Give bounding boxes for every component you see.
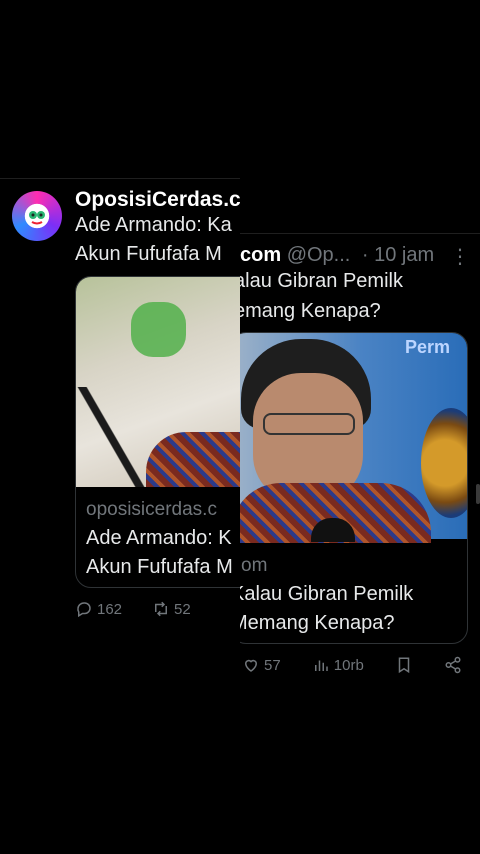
views-count: 10rb bbox=[333, 656, 364, 674]
post-text-line: Akun Fufufafa M bbox=[75, 243, 222, 265]
repost-button[interactable]: 52 bbox=[152, 600, 191, 618]
repost-count: 52 bbox=[174, 600, 191, 618]
more-options-icon[interactable]: ⋮ bbox=[450, 244, 470, 269]
link-card-title: Ade Armando: K bbox=[86, 527, 232, 549]
link-card-title: Kalau Gibran Pemilk bbox=[240, 583, 414, 605]
avatar-logo-icon bbox=[29, 211, 45, 225]
link-card-image: Perm bbox=[240, 333, 467, 543]
views-icon bbox=[314, 660, 328, 671]
tripod-shape bbox=[76, 387, 146, 487]
share-icon bbox=[445, 656, 461, 674]
action-bar: 57 10rb bbox=[242, 656, 462, 674]
link-card-domain: om bbox=[241, 555, 268, 576]
right-post[interactable]: com @Op... · 10 jam ⋮ alau Gibran Pemilk… bbox=[240, 0, 480, 854]
like-button[interactable]: 57 bbox=[242, 656, 281, 674]
like-count: 57 bbox=[264, 656, 281, 674]
heart-icon bbox=[244, 659, 258, 672]
link-card-title: Akun Fufufafa M bbox=[86, 556, 233, 578]
share-button[interactable] bbox=[444, 656, 462, 674]
reply-count: 162 bbox=[97, 600, 123, 618]
glasses-shape bbox=[263, 413, 355, 435]
post-text-line: emang Kenapa? bbox=[240, 300, 381, 322]
bookmark-icon bbox=[398, 657, 410, 674]
views-button[interactable]: 10rb bbox=[312, 656, 364, 674]
reply-button[interactable]: 162 bbox=[75, 600, 122, 618]
author-name[interactable]: com bbox=[240, 244, 281, 266]
reply-icon bbox=[77, 602, 91, 618]
post-text-line: alau Gibran Pemilk bbox=[240, 270, 403, 292]
shirt-shape bbox=[146, 432, 240, 487]
avatar[interactable] bbox=[12, 191, 62, 241]
post-header: com @Op... · 10 jam bbox=[240, 244, 434, 267]
repost-icon bbox=[155, 601, 168, 617]
author-handle[interactable]: @Op... bbox=[287, 244, 351, 266]
background-shape bbox=[131, 302, 186, 357]
scrollbar-thumb[interactable] bbox=[476, 484, 480, 504]
image-logo-text: Perm bbox=[405, 337, 451, 357]
action-bar: 162 52 bbox=[75, 600, 191, 618]
emblem-shape bbox=[421, 408, 467, 518]
link-card-title: Memang Kenapa? bbox=[240, 612, 395, 634]
link-card[interactable]: Perm om Kalau Gibran Pemilk Memang Kenap… bbox=[240, 332, 468, 644]
left-post[interactable]: OposisiCerdas.c Ade Armando: Ka Akun Fuf… bbox=[0, 0, 240, 854]
bookmark-button[interactable] bbox=[395, 656, 413, 674]
author-name[interactable]: OposisiCerdas.c bbox=[75, 188, 240, 212]
post-time[interactable]: · 10 jam bbox=[362, 244, 434, 266]
link-card-domain: oposisicerdas.c bbox=[86, 499, 217, 520]
link-card-image bbox=[76, 277, 240, 487]
post-text-line: Ade Armando: Ka bbox=[75, 214, 232, 236]
link-card[interactable]: oposisicerdas.c Ade Armando: K Akun Fufu… bbox=[75, 276, 240, 588]
